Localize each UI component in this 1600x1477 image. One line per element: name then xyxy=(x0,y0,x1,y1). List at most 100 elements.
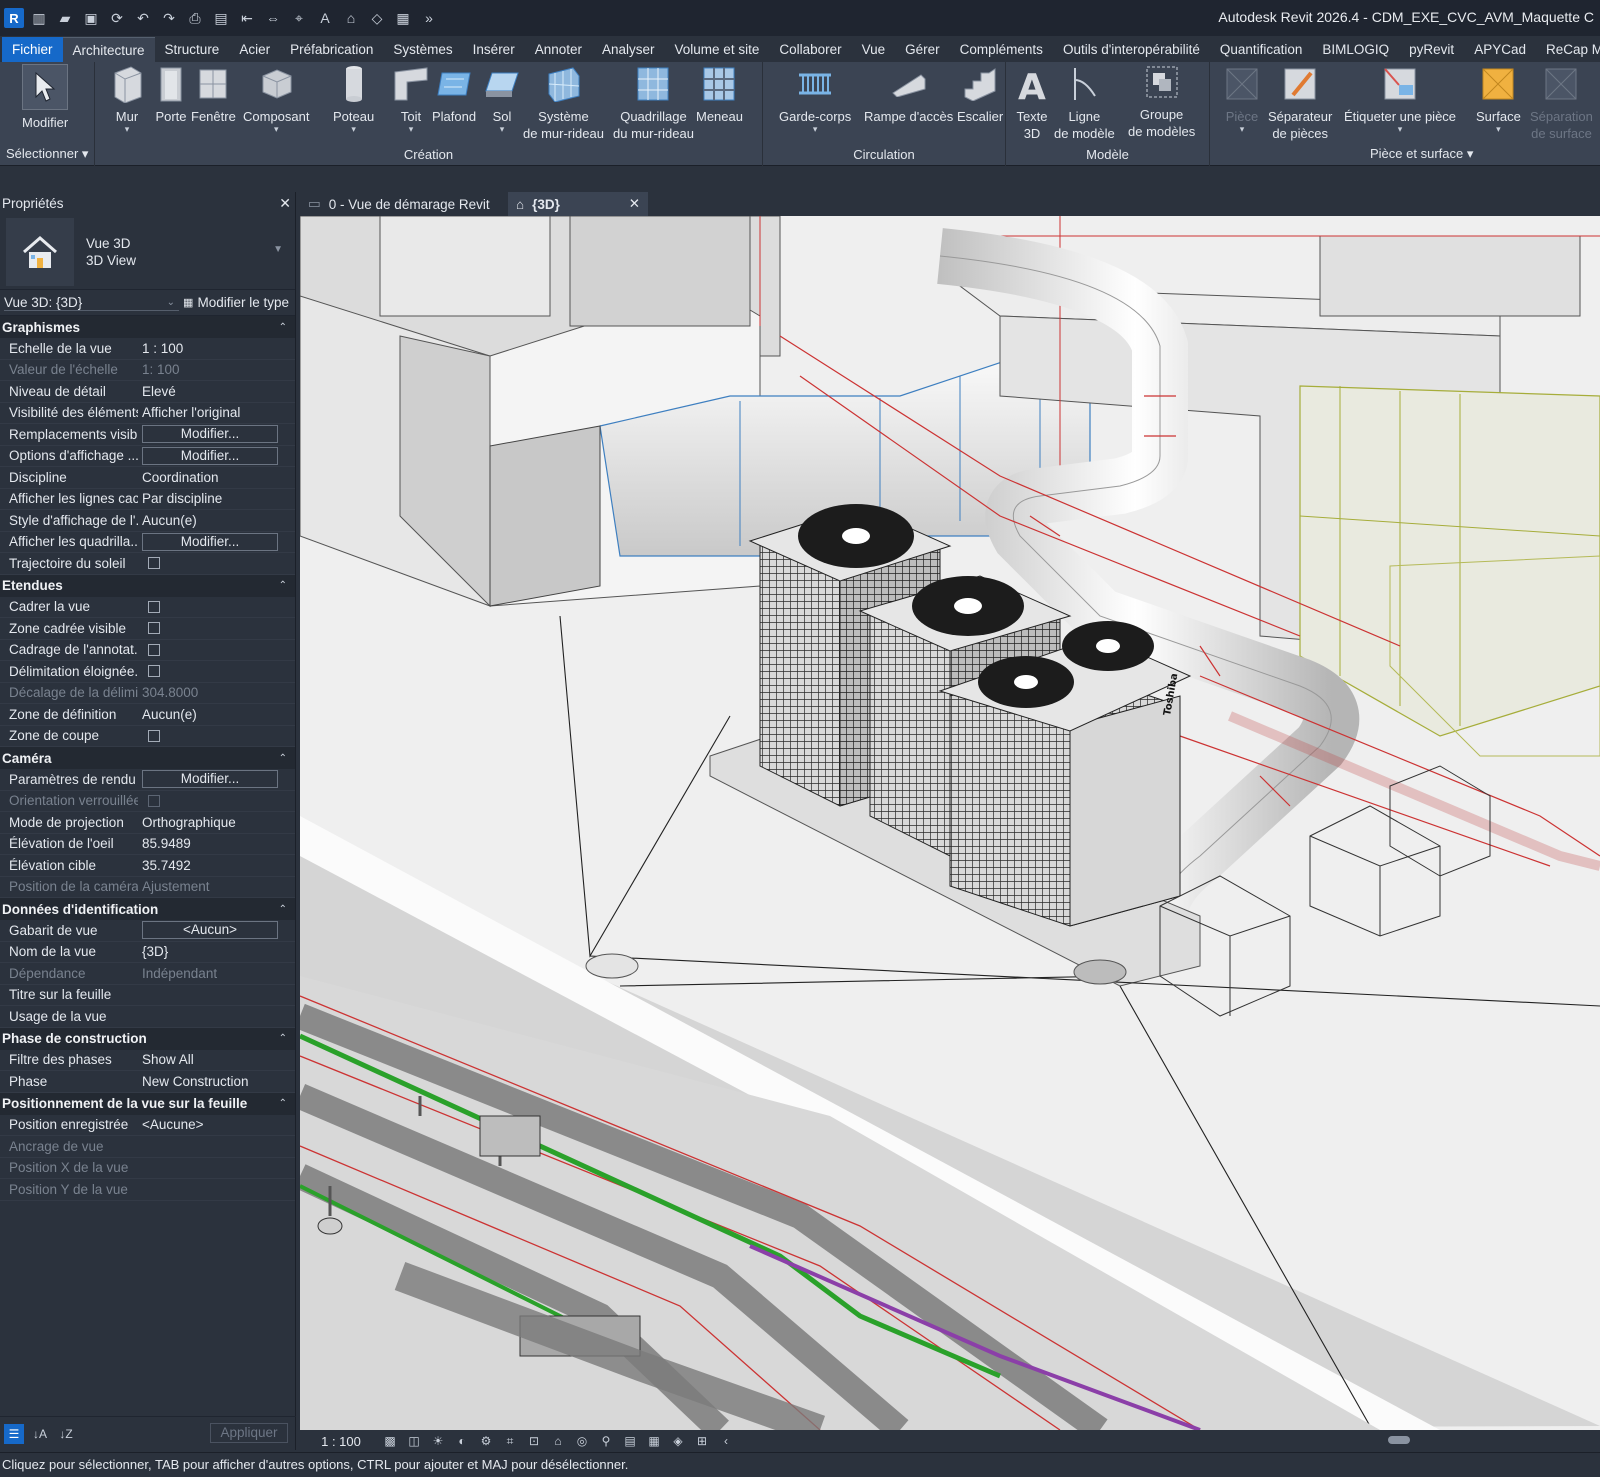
dropdown-arrow-icon[interactable]: ▾ xyxy=(1476,125,1521,134)
tab-pyrevit[interactable]: pyRevit xyxy=(1399,37,1464,62)
select-dropdown[interactable]: Sélectionner ▾ xyxy=(0,146,94,162)
property-group-header[interactable]: Phase de construction ⌃ xyxy=(0,1027,295,1050)
collapse-chevron-icon[interactable]: ⌃ xyxy=(279,904,287,915)
reveal-hidden-icon[interactable]: ⚲ xyxy=(596,1432,616,1450)
railing-button[interactable]: Garde-corps ▾ xyxy=(779,64,851,134)
categorized-view-icon[interactable]: ☰ xyxy=(4,1423,24,1444)
tag-icon[interactable]: ⌖ xyxy=(288,7,310,29)
collapse-chevron-icon[interactable]: ⌃ xyxy=(279,322,287,333)
property-edit-button[interactable]: Modifier... xyxy=(142,532,278,551)
property-checkbox[interactable] xyxy=(148,643,160,656)
property-group-header[interactable]: Caméra ⌃ xyxy=(0,747,295,769)
modify-button[interactable]: Modifier xyxy=(22,64,68,131)
tab-ins-rer[interactable]: Insérer xyxy=(463,37,525,62)
property-value[interactable]: Coordination xyxy=(138,470,295,485)
customize-icon[interactable]: » xyxy=(418,7,440,29)
tab-architecture[interactable]: Architecture xyxy=(62,37,155,62)
model-line-button[interactable]: Ligne de modèle xyxy=(1054,64,1115,142)
property-checkbox[interactable] xyxy=(148,600,160,613)
property-value[interactable]: <Aucune> xyxy=(138,1117,295,1132)
wall-button[interactable]: Mur ▾ xyxy=(109,64,145,134)
dropdown-arrow-icon[interactable]: ▾ xyxy=(333,125,374,134)
ceiling-button[interactable]: Plafond xyxy=(432,64,476,125)
curtain-grid-button[interactable]: Quadrillage du mur-rideau xyxy=(613,64,694,142)
switch-windows-icon[interactable]: ▦ xyxy=(392,7,414,29)
apply-button[interactable]: Appliquer xyxy=(210,1423,288,1443)
crop-view-icon[interactable]: ⌗ xyxy=(500,1432,520,1450)
door-button[interactable]: Porte xyxy=(153,64,189,125)
property-group-header[interactable]: Etendues ⌃ xyxy=(0,574,295,597)
measure-icon[interactable]: ⇤ xyxy=(236,7,258,29)
close-icon[interactable]: ✕ xyxy=(279,195,291,212)
tab-acier[interactable]: Acier xyxy=(229,37,280,62)
edit-type-button[interactable]: ▦ Modifier le type xyxy=(183,295,289,310)
tab-start-view[interactable]: ▭ 0 - Vue de démarage Revit xyxy=(300,192,508,216)
open-folder-icon[interactable]: ▰ xyxy=(54,7,76,29)
aligned-dimension-icon[interactable]: ⇔ xyxy=(262,7,284,29)
property-checkbox[interactable] xyxy=(148,622,160,635)
property-value[interactable]: Aucun(e) xyxy=(138,707,295,722)
dropdown-arrow-icon[interactable]: ▾ xyxy=(1224,125,1260,134)
tab-outils-d-interop-rabilit-[interactable]: Outils d'interopérabilité xyxy=(1053,37,1210,62)
shadows-icon[interactable]: ◐ xyxy=(452,1432,472,1450)
property-value[interactable]: {3D} xyxy=(138,944,295,959)
sync-icon[interactable]: ⟳ xyxy=(106,7,128,29)
collapse-chevron-icon[interactable]: ⌃ xyxy=(279,1033,287,1044)
tab-bimlogiq[interactable]: BIMLOGIQ xyxy=(1312,37,1399,62)
tab-quantification[interactable]: Quantification xyxy=(1210,37,1313,62)
property-value[interactable]: 35.7492 xyxy=(138,858,295,873)
tab-g-rer[interactable]: Gérer xyxy=(895,37,950,62)
sort-descending-icon[interactable]: ↓Z xyxy=(56,1424,76,1444)
floor-button[interactable]: Sol ▾ xyxy=(484,64,520,134)
collapse-chevron-icon[interactable]: ⌃ xyxy=(279,580,287,591)
tag-room-button[interactable]: Étiqueter une pièce ▾ xyxy=(1344,64,1456,134)
detail-level-icon[interactable]: ▩ xyxy=(380,1432,400,1450)
tab-annoter[interactable]: Annoter xyxy=(525,37,592,62)
dropdown-arrow-icon[interactable]: ▾ xyxy=(779,125,851,134)
mullion-button[interactable]: Meneau xyxy=(696,64,743,125)
3d-viewport[interactable]: Toshiba xyxy=(300,216,1600,1430)
sort-ascending-icon[interactable]: ↓A xyxy=(30,1424,50,1444)
visual-style-icon[interactable]: ◫ xyxy=(404,1432,424,1450)
property-edit-button[interactable]: Modifier... xyxy=(142,770,278,789)
tab-volume-et-site[interactable]: Volume et site xyxy=(665,37,770,62)
property-checkbox[interactable] xyxy=(148,665,160,678)
roof-button[interactable]: Toit ▾ xyxy=(393,64,429,134)
property-value[interactable]: Afficher l'original xyxy=(138,405,295,420)
default-3d-view-icon[interactable]: ⌂ xyxy=(340,7,362,29)
undo-icon[interactable]: ↶ xyxy=(132,7,154,29)
property-checkbox[interactable] xyxy=(148,557,160,570)
temporary-hide-icon[interactable]: ◎ xyxy=(572,1432,592,1450)
collapse-chevron-icon[interactable]: ⌃ xyxy=(279,753,287,764)
sun-path-icon[interactable]: ☀ xyxy=(428,1432,448,1450)
dropdown-arrow-icon[interactable]: ▾ xyxy=(1344,125,1456,134)
model-group-button[interactable]: Groupe de modèles xyxy=(1128,62,1195,140)
model-text-button[interactable]: A Texte 3D xyxy=(1014,64,1050,142)
tab-structure[interactable]: Structure xyxy=(155,37,230,62)
stair-button[interactable]: Escalier xyxy=(957,64,1003,125)
room-button[interactable]: Pièce ▾ xyxy=(1224,64,1260,134)
lock-3d-view-icon[interactable]: ⌂ xyxy=(548,1432,568,1450)
property-value[interactable]: Orthographique xyxy=(138,815,295,830)
tab-apycad[interactable]: APYCad xyxy=(1464,37,1536,62)
render-icon[interactable]: ⚙ xyxy=(476,1432,496,1450)
tab-fichier[interactable]: Fichier xyxy=(2,37,63,62)
instance-filter-select[interactable]: Vue 3D: {3D} ⌄ xyxy=(4,295,179,311)
curtain-system-button[interactable]: Système de mur-rideau xyxy=(523,64,604,142)
tab-collaborer[interactable]: Collaborer xyxy=(769,37,851,62)
highlight-displacement-icon[interactable]: ⊞ xyxy=(692,1432,712,1450)
print-icon[interactable]: ⎙ xyxy=(184,7,206,29)
property-value[interactable]: New Construction xyxy=(138,1074,295,1089)
area-boundary-button[interactable]: Séparation de surface xyxy=(1530,64,1593,142)
tab-pr-fabrication[interactable]: Préfabrication xyxy=(280,37,383,62)
component-button[interactable]: Composant ▾ xyxy=(243,64,309,134)
property-value[interactable]: 85.9489 xyxy=(138,836,295,851)
property-edit-button[interactable]: Modifier... xyxy=(142,425,278,444)
tab-syst-mes[interactable]: Systèmes xyxy=(383,37,462,62)
tab-compl-ments[interactable]: Compléments xyxy=(950,37,1053,62)
show-crop-region-icon[interactable]: ⊡ xyxy=(524,1432,544,1450)
worksharing-display-icon[interactable]: ▦ xyxy=(644,1432,664,1450)
property-value[interactable]: 1 : 100 xyxy=(138,341,295,356)
dropdown-arrow-icon[interactable]: ▾ xyxy=(109,125,145,134)
tab-3d-view[interactable]: ⌂ {3D} ✕ xyxy=(508,192,648,216)
